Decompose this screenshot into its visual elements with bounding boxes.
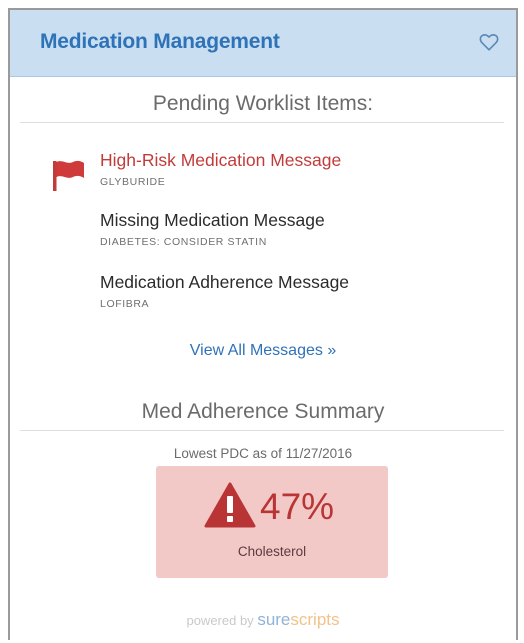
pdc-label: Cholesterol (237, 544, 307, 559)
adherence-divider (20, 430, 504, 431)
message-subtitle: LOFIBRA (100, 298, 150, 310)
worklist-message-missing-medication[interactable]: Missing Medication Message DIABETES: CON… (100, 210, 325, 248)
warning-triangle-icon (204, 482, 256, 528)
adherence-heading: Med Adherence Summary (141, 400, 385, 423)
heart-outline-icon[interactable] (478, 31, 500, 53)
widget-header: Medication Management (10, 10, 516, 77)
pdc-caption: Lowest PDC as of 11/27/2016 (173, 446, 353, 461)
message-title: High-Risk Medication Message (100, 150, 342, 170)
brand-part-scripts: scripts (290, 610, 340, 629)
pdc-summary-card[interactable]: 47% Cholesterol (156, 466, 388, 578)
widget-title: Medication Management (40, 30, 280, 53)
surescripts-logo: surescripts (257, 610, 339, 629)
worklist-heading: Pending Worklist Items: (152, 92, 374, 115)
pdc-value: 47% (260, 486, 335, 527)
medication-management-widget: Medication Management Pending Worklist I… (8, 8, 518, 640)
red-flag-icon (53, 160, 84, 191)
worklist-message-adherence[interactable]: Medication Adherence Message LOFIBRA (100, 272, 349, 310)
brand-part-sure: sure (257, 610, 291, 629)
message-subtitle: GLYBURIDE (100, 176, 166, 188)
message-title: Medication Adherence Message (100, 272, 350, 292)
worklist-divider (20, 122, 504, 123)
view-all-messages-link[interactable]: View All Messages » (10, 342, 516, 360)
worklist-message-high-risk[interactable]: High-Risk Medication Message GLYBURIDE (100, 150, 341, 188)
message-subtitle: DIABETES: CONSIDER STATIN (100, 236, 267, 248)
powered-by-footer: powered by surescripts (10, 610, 516, 630)
powered-by-text: powered by (186, 613, 254, 628)
message-title: Missing Medication Message (100, 210, 325, 230)
